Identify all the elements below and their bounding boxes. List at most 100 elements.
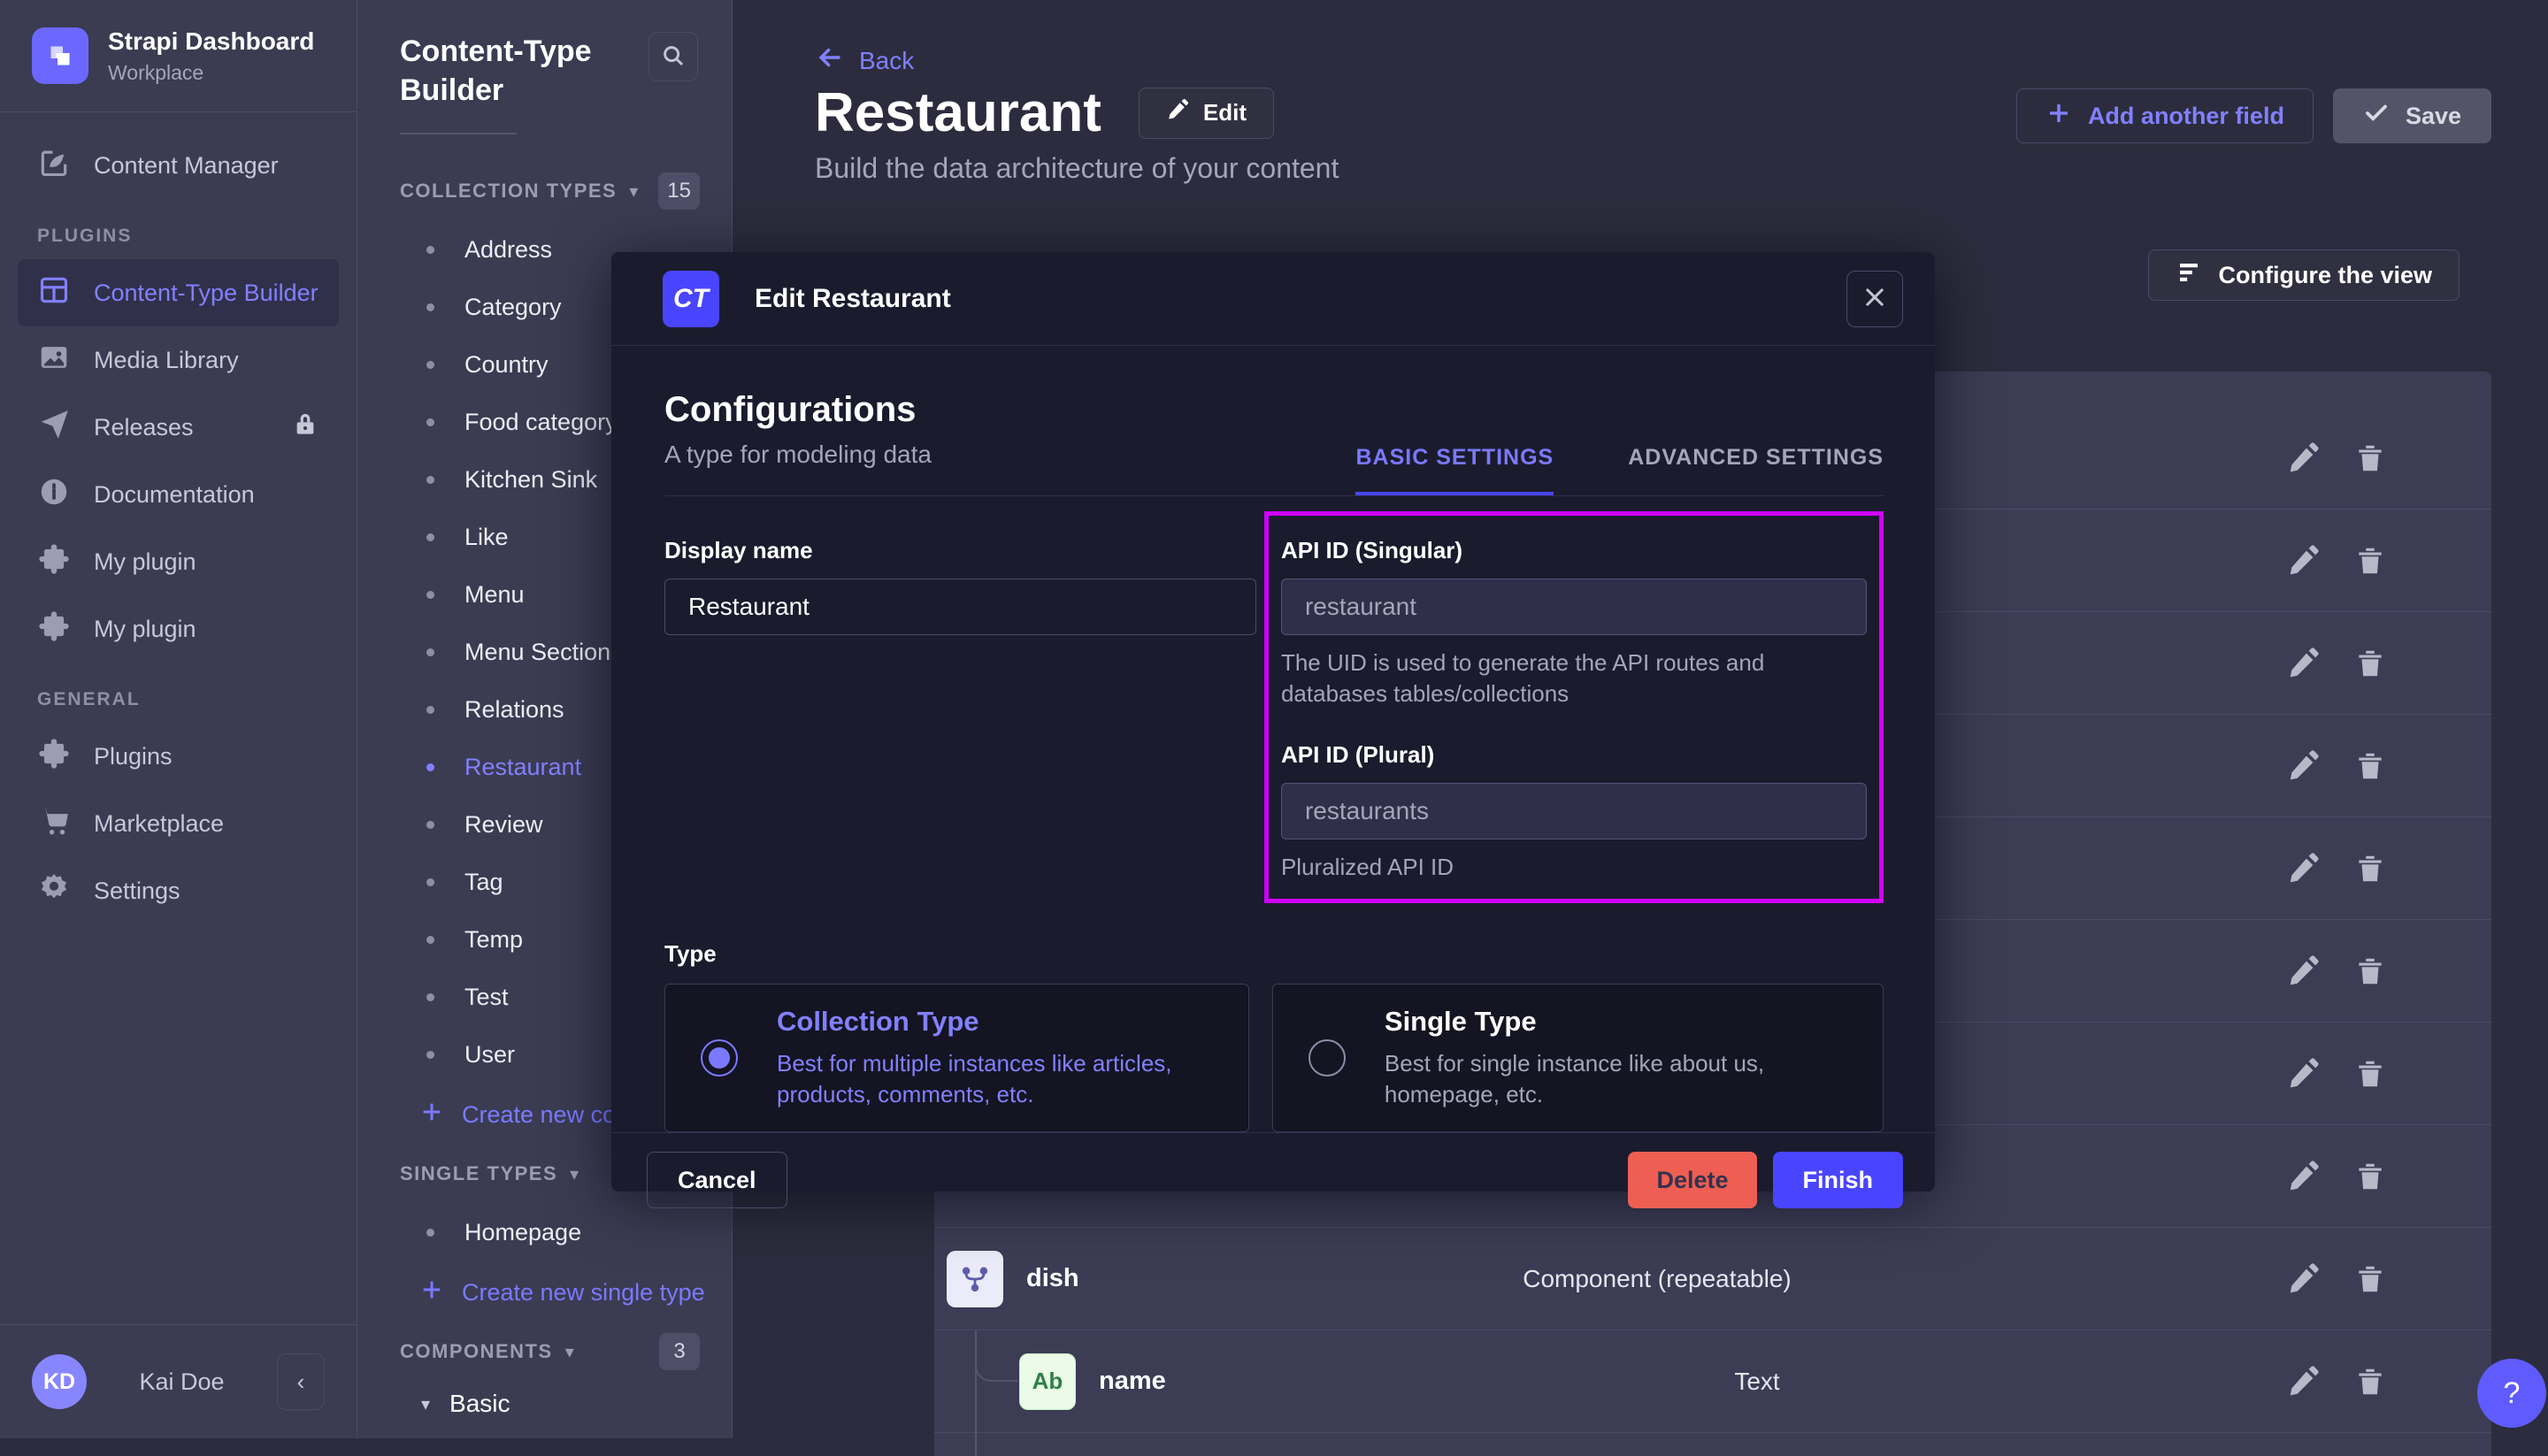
delete-field-button[interactable] <box>2353 1160 2387 1193</box>
caret-down-icon: ▾ <box>421 1393 430 1415</box>
add-another-field-button[interactable]: Add another field <box>2016 88 2314 143</box>
field-name: dish <box>1026 1264 1079 1293</box>
bullet-icon <box>426 878 434 886</box>
sidebar-item-marketplace[interactable]: Marketplace <box>18 790 339 857</box>
bullet-icon <box>426 303 434 311</box>
chevron-down-icon: ▾ <box>629 180 638 203</box>
gear-icon <box>37 871 71 911</box>
single-type-card[interactable]: Single Type Best for single instance lik… <box>1272 984 1884 1132</box>
avatar[interactable]: KD <box>32 1354 87 1409</box>
field-name: name <box>1099 1367 1166 1396</box>
edit-field-button[interactable] <box>2286 544 2320 578</box>
edit-field-button[interactable] <box>2286 1365 2320 1399</box>
configurations-heading: Configurations <box>664 390 932 430</box>
type-label: Type <box>664 940 1884 968</box>
modal-title: Edit Restaurant <box>755 284 951 314</box>
delete-field-button[interactable] <box>2353 544 2387 578</box>
puzzle-icon <box>37 609 71 649</box>
collection-types-header[interactable]: COLLECTION TYPES ▾ 15 <box>357 170 732 212</box>
delete-field-button[interactable] <box>2353 647 2387 680</box>
grid-icon <box>37 273 71 313</box>
search-icon <box>660 42 687 72</box>
bullet-icon <box>426 246 434 254</box>
close-icon <box>1862 285 1887 312</box>
sidebar-item-label: My plugin <box>94 548 196 576</box>
radio-single-type[interactable] <box>1309 1039 1346 1077</box>
sidebar-item-my-plugin-1[interactable]: My plugin <box>18 528 339 595</box>
pencil-icon <box>1166 98 1189 127</box>
edit-field-button[interactable] <box>2286 441 2320 475</box>
save-button[interactable]: Save <box>2333 88 2491 143</box>
edit-restaurant-modal: CT Edit Restaurant Configurations A type… <box>611 252 1935 1192</box>
create-single-type-link[interactable]: Create new single type <box>357 1261 732 1323</box>
sidebar-item-label: My plugin <box>94 616 196 643</box>
delete-field-button[interactable] <box>2353 1262 2387 1296</box>
workspace-switcher[interactable]: Strapi Dashboard Workplace <box>0 0 357 112</box>
sidebar-item-label: Documentation <box>94 481 255 509</box>
delete-button[interactable]: Delete <box>1628 1152 1756 1208</box>
workspace-name: Workplace <box>108 61 314 85</box>
edit-field-button[interactable] <box>2286 1262 2320 1296</box>
text-field-icon: Ab <box>1019 1353 1076 1410</box>
sidebar-item-content-manager[interactable]: Content Manager <box>18 132 339 199</box>
delete-field-button[interactable] <box>2353 1365 2387 1399</box>
tab-advanced-settings[interactable]: ADVANCED SETTINGS <box>1628 445 1884 495</box>
finish-button[interactable]: Finish <box>1773 1152 1904 1208</box>
components-count-badge: 3 <box>659 1333 700 1370</box>
sidebar-item-content-type-builder[interactable]: Content-Type Builder <box>18 259 339 326</box>
bullet-icon <box>426 648 434 656</box>
paper-plane-icon <box>37 408 71 448</box>
tab-basic-settings[interactable]: BASIC SETTINGS <box>1355 445 1554 495</box>
single-types-label: SINGLE TYPES <box>400 1162 557 1185</box>
configure-view-button[interactable]: Configure the view <box>2148 249 2460 301</box>
edit-field-button[interactable] <box>2286 647 2320 680</box>
collapse-sidebar-button[interactable]: ‹ <box>277 1353 325 1410</box>
delete-field-button[interactable] <box>2353 441 2387 475</box>
sidebar-item-documentation[interactable]: Documentation <box>18 461 339 528</box>
sidebar-item-media-library[interactable]: Media Library <box>18 326 339 394</box>
api-id-plural-input[interactable] <box>1281 783 1867 839</box>
content-type-badge: CT <box>663 271 719 327</box>
components-label: COMPONENTS <box>400 1340 553 1363</box>
cancel-button[interactable]: Cancel <box>647 1152 787 1208</box>
sidebar-item-label: Media Library <box>94 347 239 374</box>
display-name-input[interactable] <box>664 579 1256 635</box>
delete-field-button[interactable] <box>2353 852 2387 885</box>
page-title: Restaurant <box>815 81 1101 144</box>
sidebar-item-settings[interactable]: Settings <box>18 857 339 924</box>
edit-field-button[interactable] <box>2286 852 2320 885</box>
sidebar-footer: KD Kai Doe ‹ <box>0 1324 357 1438</box>
delete-field-button[interactable] <box>2353 954 2387 988</box>
field-type: Component (repeatable) <box>1445 1265 1869 1293</box>
bullet-icon <box>426 706 434 714</box>
collection-type-card[interactable]: Collection Type Best for multiple instan… <box>664 984 1249 1132</box>
lock-icon <box>291 410 319 445</box>
back-link[interactable]: Back <box>815 42 914 79</box>
close-modal-button[interactable] <box>1846 271 1903 327</box>
edit-field-button[interactable] <box>2286 1160 2320 1193</box>
edit-field-button[interactable] <box>2286 749 2320 783</box>
bullet-icon <box>426 821 434 829</box>
sidebar-item-label: Settings <box>94 877 180 905</box>
info-icon <box>37 475 71 515</box>
edit-field-button[interactable] <box>2286 954 2320 988</box>
component-category-basic[interactable]: ▾ Basic <box>357 1373 732 1435</box>
bullet-icon <box>426 936 434 944</box>
edit-field-button[interactable] <box>2286 1057 2320 1091</box>
arrow-left-icon <box>815 42 845 79</box>
component-icon <box>947 1251 1003 1307</box>
api-id-singular-input[interactable] <box>1281 579 1867 635</box>
components-header[interactable]: COMPONENTS ▾ 3 <box>357 1330 732 1373</box>
delete-field-button[interactable] <box>2353 749 2387 783</box>
builder-panel-title: Content-Type Builder <box>400 32 595 110</box>
radio-collection-type[interactable] <box>701 1039 738 1077</box>
sidebar-item-plugins[interactable]: Plugins <box>18 723 339 790</box>
check-icon <box>2363 100 2390 133</box>
sidebar-item-my-plugin-2[interactable]: My plugin <box>18 595 339 663</box>
help-button[interactable]: ? <box>2477 1359 2546 1428</box>
bullet-icon <box>426 591 434 599</box>
delete-field-button[interactable] <box>2353 1057 2387 1091</box>
sidebar-item-releases[interactable]: Releases <box>18 394 339 461</box>
search-button[interactable] <box>649 32 698 81</box>
edit-button[interactable]: Edit <box>1139 88 1274 139</box>
